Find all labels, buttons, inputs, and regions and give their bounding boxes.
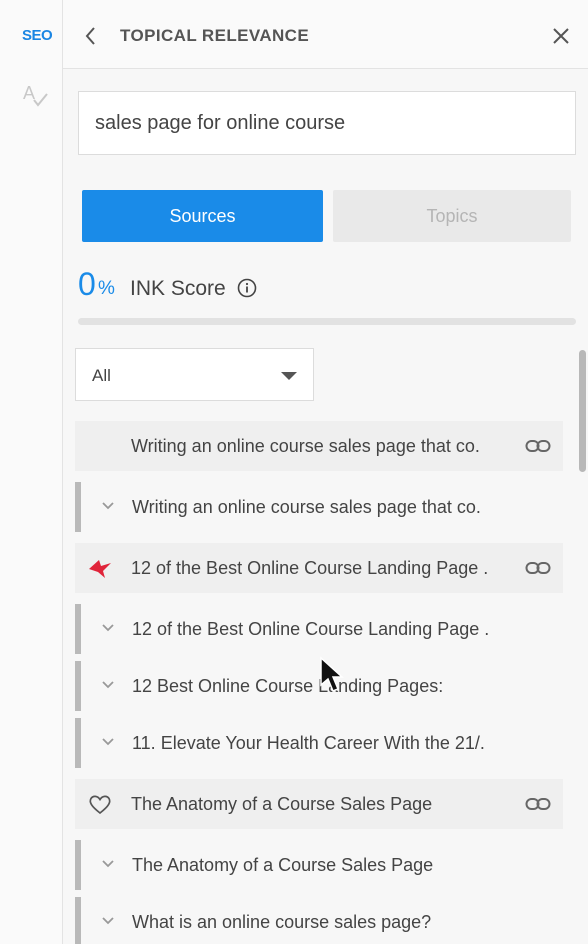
heading-title: What is an online course sales page?: [132, 912, 432, 932]
link-icon[interactable]: [525, 437, 551, 455]
heading-title: 12 Best Online Course Landing Pages:: [132, 676, 444, 696]
source-title: Writing an online course sales page that…: [131, 436, 480, 456]
heading-bar: [75, 718, 81, 768]
heading-row[interactable]: What is an online course sales page?: [75, 897, 563, 944]
heading-bar: [75, 604, 81, 654]
filter-selected: All: [92, 366, 111, 385]
panel-header: TOPICAL RELEVANCE: [63, 0, 588, 69]
chevron-down-icon[interactable]: [101, 737, 115, 747]
source-title: The Anatomy of a Course Sales Page: [131, 794, 433, 814]
heading-bar: [75, 897, 81, 944]
heading-row[interactable]: 12 Best Online Course Landing Pages:: [75, 661, 563, 711]
keyword-input[interactable]: [78, 91, 576, 155]
heading-title: The Anatomy of a Course Sales Page: [132, 855, 434, 875]
left-rail: SEO A: [0, 0, 63, 944]
caret-down-icon: [281, 372, 297, 380]
scrollbar[interactable]: [579, 350, 586, 944]
heading-row[interactable]: 12 of the Best Online Course Landing Pag…: [75, 604, 563, 654]
chevron-down-icon[interactable]: [101, 623, 115, 633]
heading-bar: [75, 661, 81, 711]
ink-score-progress: [78, 318, 576, 325]
close-icon[interactable]: [552, 27, 570, 45]
ink-score-value: 0: [78, 266, 96, 302]
red-bird-favicon: [89, 560, 111, 578]
source-title: 12 of the Best Online Course Landing Pag…: [131, 558, 489, 578]
tab-topics[interactable]: Topics: [333, 190, 571, 242]
heading-bar: [75, 482, 81, 532]
chevron-down-icon[interactable]: [101, 501, 115, 511]
link-icon[interactable]: [525, 559, 551, 577]
source-row[interactable]: 12 of the Best Online Course Landing Pag…: [75, 543, 563, 593]
scrollbar-thumb[interactable]: [579, 350, 586, 472]
ink-score-unit: %: [98, 278, 115, 299]
info-icon[interactable]: [237, 278, 257, 298]
tab-sources[interactable]: Sources: [82, 190, 323, 242]
heart-outline-favicon: [89, 795, 111, 815]
link-icon[interactable]: [525, 795, 551, 813]
heading-row[interactable]: The Anatomy of a Course Sales Page: [75, 840, 563, 890]
chevron-down-icon[interactable]: [101, 680, 115, 690]
spellcheck-icon[interactable]: A: [22, 82, 48, 108]
source-row[interactable]: Writing an online course sales page that…: [75, 421, 563, 471]
chevron-down-icon[interactable]: [101, 859, 115, 869]
heading-row[interactable]: 11. Elevate Your Health Career With the …: [75, 718, 563, 768]
heading-bar: [75, 840, 81, 890]
ink-score-label: INK Score: [130, 277, 226, 300]
heading-title: 11. Elevate Your Health Career With the …: [132, 733, 485, 753]
heading-title: 12 of the Best Online Course Landing Pag…: [132, 619, 490, 639]
source-row[interactable]: The Anatomy of a Course Sales Page: [75, 779, 563, 829]
filter-dropdown[interactable]: All: [75, 348, 314, 401]
seo-tab[interactable]: SEO: [22, 27, 53, 44]
panel-title: TOPICAL RELEVANCE: [120, 26, 310, 45]
heading-title: Writing an online course sales page that…: [132, 497, 481, 517]
svg-text:A: A: [23, 83, 35, 103]
chevron-left-icon[interactable]: [83, 26, 99, 46]
heading-row[interactable]: Writing an online course sales page that…: [75, 482, 563, 532]
chevron-down-icon[interactable]: [101, 916, 115, 926]
